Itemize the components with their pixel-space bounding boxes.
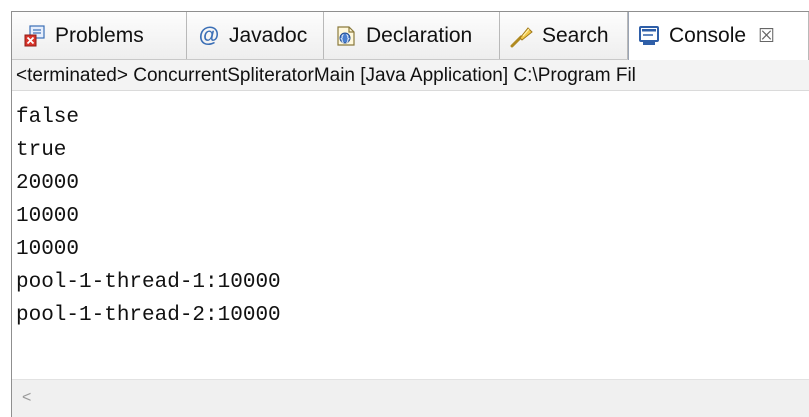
- scroll-left-arrow-icon[interactable]: <: [22, 389, 31, 407]
- console-line: false: [16, 106, 80, 129]
- problems-icon: [23, 24, 47, 48]
- console-status-text: <terminated> ConcurrentSpliteratorMain […: [12, 60, 809, 91]
- tab-label: Javadoc: [229, 23, 308, 47]
- tab-search[interactable]: Search: [500, 12, 628, 59]
- tab-label: Problems: [55, 23, 144, 47]
- tab-console[interactable]: Console ☒: [628, 12, 809, 60]
- console-line: pool-1-thread-1:10000: [16, 271, 281, 294]
- declaration-icon: {}: [334, 24, 358, 48]
- search-icon: [510, 24, 534, 48]
- tab-javadoc[interactable]: @ Javadoc: [187, 12, 324, 59]
- tab-problems[interactable]: Problems: [12, 12, 187, 59]
- tab-label: Console: [669, 24, 747, 47]
- console-line: 10000: [16, 238, 80, 261]
- tab-declaration[interactable]: {} Declaration: [324, 12, 500, 59]
- console-line: 20000: [16, 172, 80, 195]
- console-line: 10000: [16, 205, 80, 228]
- svg-text:{}: {}: [339, 34, 350, 44]
- horizontal-scrollbar[interactable]: <: [12, 379, 809, 417]
- console-icon: [637, 24, 661, 48]
- console-view: Problems @ Javadoc {} Declaration Search…: [11, 11, 809, 417]
- close-icon[interactable]: ☒: [758, 25, 775, 48]
- tab-label: Declaration: [366, 23, 473, 47]
- console-line: pool-1-thread-2:10000: [16, 304, 281, 327]
- console-output[interactable]: false true 20000 10000 10000 pool-1-thre…: [12, 92, 809, 377]
- view-tab-bar: Problems @ Javadoc {} Declaration Search…: [12, 12, 809, 60]
- javadoc-icon: @: [198, 23, 220, 47]
- tab-label: Search: [542, 23, 609, 47]
- console-line: true: [16, 139, 67, 162]
